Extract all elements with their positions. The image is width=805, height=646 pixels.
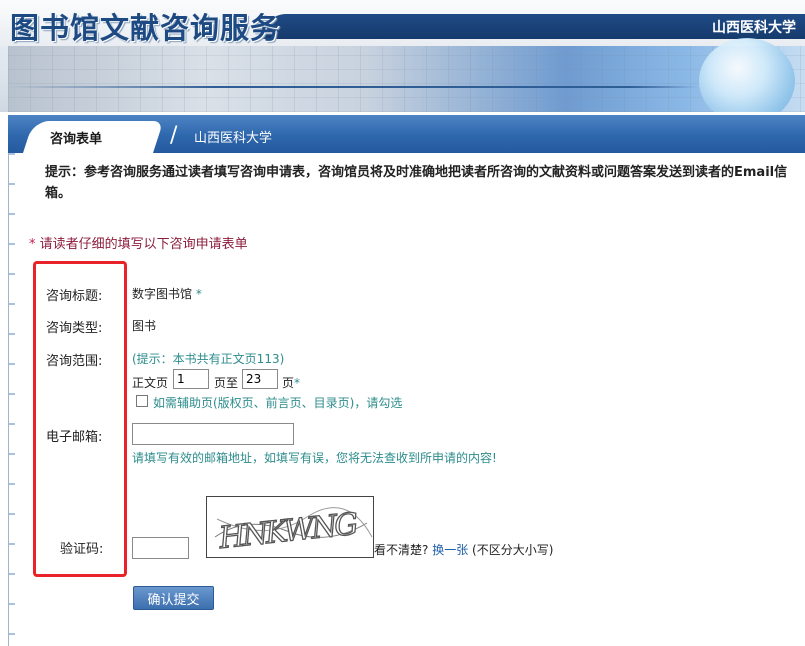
email-hint: 请填写有效的邮箱地址，如填写有误，您将无法查收到所申请的内容! — [132, 451, 497, 465]
tab-consult-form-label[interactable]: 咨询表单 — [50, 128, 102, 147]
aux-pages-label[interactable]: 如需辅助页(版权页、前言页、目录页)，请勾选 — [153, 394, 402, 411]
main-content: 提示：参考咨询服务通过读者填写咨询申请表，咨询馆员将及时准确地把读者所咨询的文献… — [8, 153, 805, 646]
title-value: 数字图书馆 * — [132, 285, 202, 302]
notice-text: 请读者仔细的填写以下咨询申请表单 — [39, 237, 248, 252]
submit-button[interactable]: 确认提交 — [133, 586, 214, 610]
captcha-text: HNKWNG — [216, 507, 359, 556]
globe-graphic — [699, 38, 795, 112]
captcha-input[interactable] — [132, 537, 189, 559]
page-suffix: 页* — [282, 374, 300, 391]
site-logo-title: 图书馆文献咨询服务 — [10, 11, 281, 45]
type-label: 咨询类型: — [46, 321, 103, 336]
notice-star: * — [29, 237, 36, 252]
nav-university-link[interactable]: 山西医科大学 — [194, 127, 272, 146]
nav-separator: / — [170, 123, 178, 148]
captcha-unclear-text: 看不清楚? — [374, 543, 429, 557]
banner-line — [8, 86, 698, 88]
range-label: 咨询范围: — [46, 354, 103, 369]
header-banner-image — [8, 38, 805, 112]
page-to-label: 页至 — [214, 376, 239, 390]
title-required-star: * — [195, 287, 202, 301]
service-tip: 提示：参考咨询服务通过读者填写咨询申请表，咨询馆员将及时准确地把读者所咨询的文献… — [45, 165, 788, 201]
captcha-graphic: HNKWNG — [214, 506, 373, 557]
page-prefix: 正文页 — [132, 376, 169, 390]
captcha-help: 看不清楚? 换一张 (不区分大小写) — [374, 541, 553, 558]
range-hint: (提示：本书共有正文页113) — [132, 352, 285, 366]
page-suffix-text: 页 — [282, 376, 295, 390]
left-rail-decoration — [9, 153, 15, 646]
header-university-name: 山西医科大学 — [712, 20, 796, 36]
title-label: 咨询标题: — [46, 289, 103, 304]
email-input[interactable] — [132, 423, 294, 445]
form-notice: * 请读者仔细的填写以下咨询申请表单 — [29, 233, 248, 252]
captcha-label: 验证码: — [60, 542, 104, 557]
page-required-star: * — [294, 376, 301, 390]
label-annotation-box — [33, 261, 127, 577]
captcha-image[interactable]: HNKWNG — [206, 496, 374, 558]
captcha-refresh-link[interactable]: 换一张 — [432, 543, 468, 557]
captcha-case-hint: (不区分大小写) — [472, 543, 554, 557]
type-value: 图书 — [132, 319, 157, 333]
site-header: 图书馆文献咨询服务 山西医科大学 — [0, 0, 805, 112]
nav-bar: 咨询表单 / 山西医科大学 — [8, 115, 805, 153]
page-from-input[interactable] — [173, 369, 209, 389]
aux-pages-checkbox[interactable] — [136, 395, 148, 407]
email-label: 电子邮箱: — [46, 430, 103, 445]
title-value-text: 数字图书馆 — [132, 287, 193, 301]
page-to-input[interactable] — [242, 369, 278, 389]
